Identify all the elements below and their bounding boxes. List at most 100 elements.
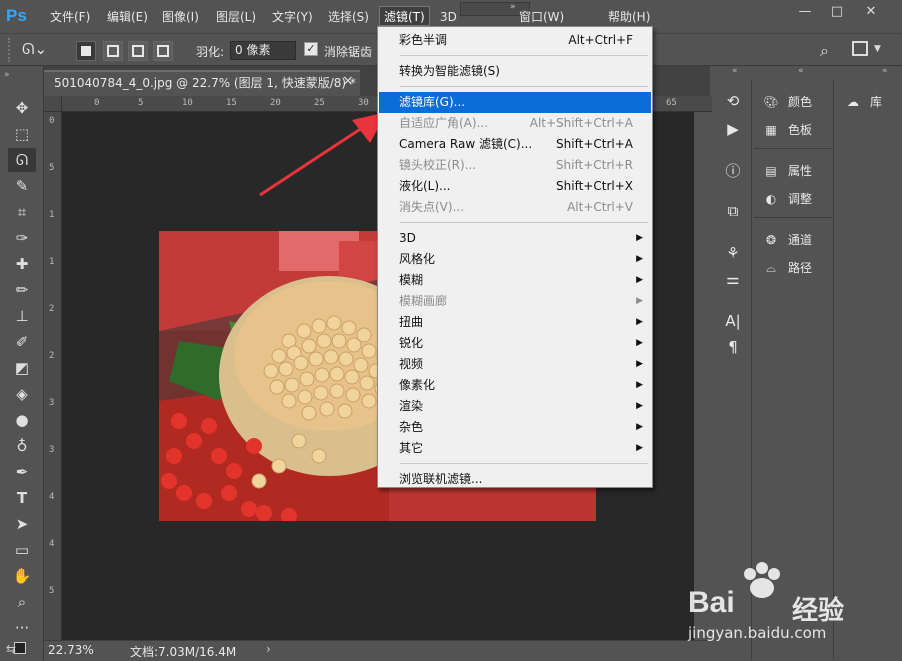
- menu-select[interactable]: 选择(S): [324, 7, 373, 27]
- bucket-tool-icon[interactable]: ◈: [8, 382, 36, 406]
- color-panel-tab[interactable]: 🎨︎ 颜色: [760, 88, 812, 116]
- filter-menu-item[interactable]: 风格化 ▶: [379, 249, 651, 270]
- filter-menu-item[interactable]: 杂色 ▶: [379, 417, 651, 438]
- more-tools-icon[interactable]: ···: [8, 616, 36, 640]
- path-select-tool-icon[interactable]: ➤: [8, 512, 36, 536]
- zoom-level[interactable]: 22.73%: [48, 643, 94, 657]
- filter-menu-item[interactable]: 浏览联机滤镜...: [379, 469, 651, 490]
- info-icon[interactable]: ⓘ: [718, 158, 748, 184]
- collapse-dock-icon-3[interactable]: «: [882, 66, 888, 76]
- filter-menu-item[interactable]: Camera Raw 滤镜(C)... Shift+Ctrl+A: [379, 134, 651, 155]
- swatches-panel-tab[interactable]: ▦ 色板: [760, 116, 812, 144]
- status-menu-arrow[interactable]: ›: [266, 642, 271, 656]
- ruler-tick-label: 3: [49, 445, 55, 455]
- brush-panel-icon[interactable]: ⚘: [718, 240, 748, 266]
- history-icon[interactable]: ⟲: [718, 88, 748, 114]
- menu-layer[interactable]: 图层(L): [212, 7, 260, 27]
- menu-window[interactable]: 窗口(W): [515, 7, 568, 27]
- add-selection-button[interactable]: [103, 41, 123, 61]
- type-tool-icon[interactable]: T: [8, 486, 36, 510]
- dodge-tool-icon[interactable]: ♁: [8, 434, 36, 458]
- filter-menu-item[interactable]: 扭曲 ▶: [379, 312, 651, 333]
- collapse-dock-icon[interactable]: «: [732, 66, 738, 76]
- paths-panel-tab[interactable]: ⌓ 路径: [760, 254, 812, 282]
- filter-menu-item[interactable]: 其它 ▶: [379, 438, 651, 459]
- channels-panel-tab[interactable]: ❂ 通道: [760, 226, 812, 254]
- history-brush-tool-icon[interactable]: ✐: [8, 330, 36, 354]
- lasso-tool-preset-icon[interactable]: ᘏ⌄: [22, 40, 60, 62]
- ruler-tick-label: 2: [49, 351, 55, 361]
- close-button[interactable]: ✕: [860, 4, 882, 20]
- eyedropper-tool-icon[interactable]: ✑: [8, 226, 36, 250]
- filter-menu-item[interactable]: 转换为智能滤镜(S): [379, 61, 651, 82]
- stamp-tool-icon[interactable]: ⊥: [8, 304, 36, 328]
- search-icon[interactable]: ⌕: [820, 41, 829, 61]
- feather-label: 羽化:: [196, 45, 225, 59]
- brush-tool-icon[interactable]: ✏: [8, 278, 36, 302]
- workspace-icon[interactable]: [852, 41, 868, 56]
- antialias-checkbox[interactable]: ✓: [304, 42, 318, 56]
- menu-separator: [400, 55, 648, 56]
- character-icon[interactable]: A|: [718, 308, 748, 334]
- zoom-tool-icon[interactable]: ⌕: [8, 590, 36, 614]
- filter-menu-item[interactable]: 模糊 ▶: [379, 270, 651, 291]
- watermark-url: jingyan.baidu.com: [688, 624, 827, 642]
- ruler-origin[interactable]: [44, 96, 62, 112]
- filter-menu-item[interactable]: 液化(L)... Shift+Ctrl+X: [379, 176, 651, 197]
- tab-close-icon[interactable]: ×: [342, 73, 354, 89]
- filter-menu-item[interactable]: 3D ▶: [379, 228, 651, 249]
- subtract-selection-button[interactable]: [128, 41, 148, 61]
- menu-help[interactable]: 帮助(H): [604, 7, 654, 27]
- collapse-dock-icon-2[interactable]: «: [798, 66, 804, 76]
- menu-item-shortcut: Alt+Ctrl+V: [567, 200, 633, 214]
- paragraph-icon[interactable]: ¶: [718, 334, 748, 360]
- menu-file[interactable]: 文件(F): [46, 7, 94, 27]
- filter-menu-item[interactable]: 视频 ▶: [379, 354, 651, 375]
- swap-colors-icon[interactable]: ⇆: [6, 642, 16, 656]
- grip-handle[interactable]: [8, 38, 12, 62]
- filter-menu-item[interactable]: 锐化 ▶: [379, 333, 651, 354]
- menu-item-label: 杂色: [399, 420, 424, 434]
- intersect-selection-button[interactable]: [153, 41, 173, 61]
- filter-menu-item[interactable]: 像素化 ▶: [379, 375, 651, 396]
- chevron-down-icon[interactable]: ▼: [874, 44, 881, 54]
- menu-item-label: 滤镜库(G)...: [399, 95, 466, 109]
- lasso-tool-icon[interactable]: ᘏ: [8, 148, 36, 172]
- eraser-tool-icon[interactable]: ◩: [8, 356, 36, 380]
- pen-tool-icon[interactable]: ✒: [8, 460, 36, 484]
- minimize-button[interactable]: —: [794, 4, 816, 20]
- move-tool-icon[interactable]: ✥: [8, 96, 36, 120]
- menu-image[interactable]: 图像(I): [158, 7, 203, 27]
- hand-tool-icon[interactable]: ✋: [8, 564, 36, 588]
- healing-tool-icon[interactable]: ✚: [8, 252, 36, 276]
- maximize-button[interactable]: □: [826, 4, 848, 20]
- document-tab[interactable]: 501040784_4_0.jpg @ 22.7% (图层 1, 快速蒙版/8)…: [44, 70, 360, 96]
- feather-input[interactable]: 0 像素: [230, 41, 296, 60]
- menu-edit[interactable]: 编辑(E): [103, 7, 152, 27]
- blur-tool-icon[interactable]: ●: [8, 408, 36, 432]
- adjustments-panel-tab[interactable]: ◐ 调整: [760, 185, 812, 213]
- navigator-icon[interactable]: ⧉: [718, 198, 748, 224]
- ruler-tick-label: 10: [182, 98, 193, 108]
- menu-3d[interactable]: 3D: [436, 7, 461, 27]
- properties-panel-tab[interactable]: ▤ 属性: [760, 157, 812, 185]
- actions-play-icon[interactable]: ▶: [718, 116, 748, 142]
- menu-item-label: 镜头校正(R)...: [399, 158, 477, 172]
- tool-presets-icon[interactable]: ⚌: [718, 266, 748, 292]
- quick-select-tool-icon[interactable]: ✎: [8, 174, 36, 198]
- menu-type[interactable]: 文字(Y): [268, 7, 317, 27]
- new-selection-button[interactable]: [76, 41, 96, 61]
- menu-filter[interactable]: 滤镜(T): [379, 6, 430, 26]
- crop-tool-icon[interactable]: ⌗: [8, 200, 36, 224]
- divider: [754, 148, 832, 149]
- libraries-panel-tab[interactable]: ☁ 库: [842, 88, 882, 116]
- rectangle-tool-icon[interactable]: ▭: [8, 538, 36, 562]
- filter-menu-item[interactable]: 彩色半调 Alt+Ctrl+F: [379, 30, 651, 51]
- submenu-arrow-icon: ▶: [636, 296, 643, 306]
- watermark-brand: Bai: [688, 586, 735, 619]
- filter-menu-item[interactable]: 滤镜库(G)...: [379, 92, 651, 113]
- expand-arrows-icon[interactable]: »: [4, 70, 10, 80]
- menu-item-label: 液化(L)...: [399, 179, 451, 193]
- filter-menu-item[interactable]: 渲染 ▶: [379, 396, 651, 417]
- marquee-tool-icon[interactable]: ⬚: [8, 122, 36, 146]
